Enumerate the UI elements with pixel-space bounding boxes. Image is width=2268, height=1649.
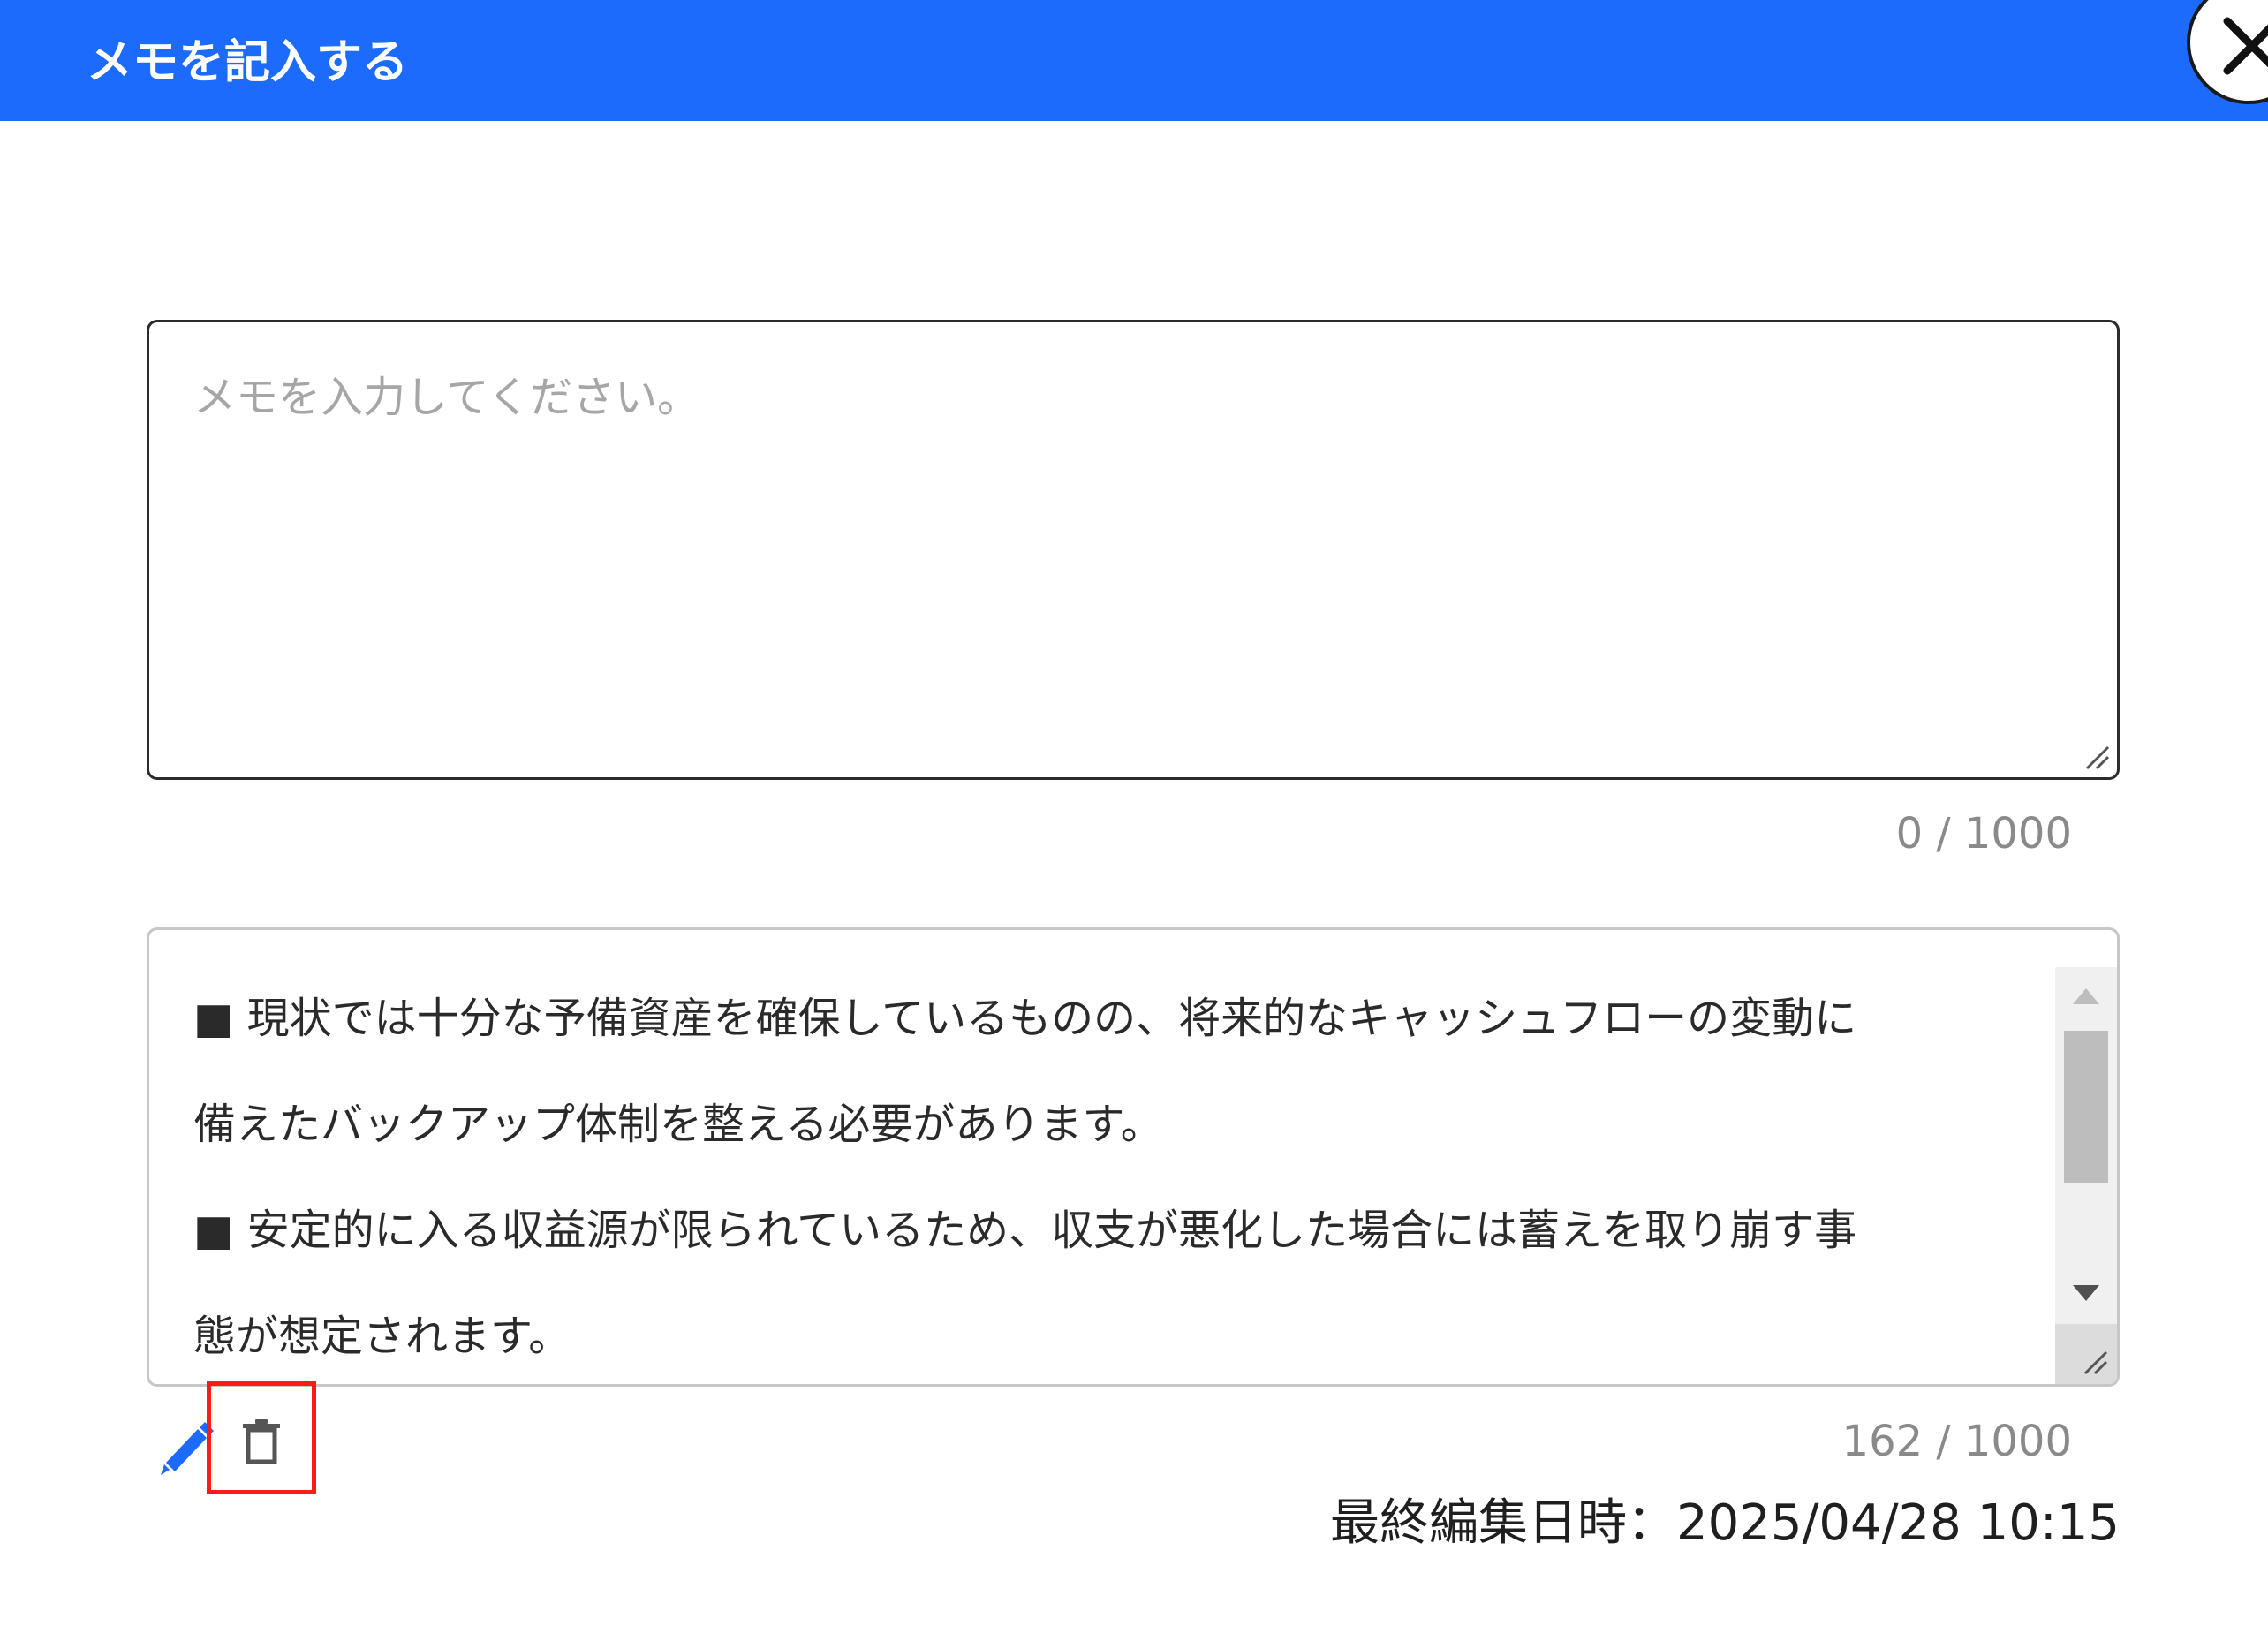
resize-handle-icon[interactable] [2080, 1347, 2110, 1377]
memo-line: 備えたバックアップ体制を整える必要があります。 [193, 1100, 1163, 1149]
pencil-icon [161, 1422, 214, 1475]
modal-header: メモを記入する [0, 0, 2268, 121]
scrollbar-thumb[interactable] [2064, 1031, 2108, 1183]
edit-button[interactable] [157, 1417, 214, 1479]
memo-line: 態が想定されます。 [193, 1312, 571, 1361]
resize-handle-icon[interactable] [2082, 742, 2112, 772]
delete-button[interactable] [207, 1381, 316, 1494]
memo-input-char-count: 0 / 1000 [1895, 809, 2072, 859]
memo-input-box [147, 320, 2120, 780]
last-edited-timestamp: 最終編集日時：2025/04/28 10:15 [1330, 1494, 2120, 1552]
close-icon [2223, 17, 2268, 75]
saved-memo-char-count: 162 / 1000 [1841, 1417, 2072, 1466]
memo-line: ■ 安定的に入る収益源が限られているため、収支が悪化した場合には蓄えを取り崩す事 [193, 1206, 1857, 1255]
scroll-corner[interactable] [2055, 1324, 2117, 1384]
modal-title: メモを記入する [87, 36, 409, 89]
scroll-down-icon[interactable] [2073, 1285, 2099, 1301]
memo-input[interactable] [149, 322, 2117, 777]
saved-memo-box[interactable]: ■ 現状では十分な予備資産を確保しているものの、将来的なキャッシュフローの変動に… [147, 927, 2120, 1387]
trash-icon [243, 1419, 280, 1464]
scroll-up-icon[interactable] [2073, 988, 2099, 1004]
memo-line: ■ 現状では十分な予備資産を確保しているものの、将来的なキャッシュフローの変動に [193, 994, 1857, 1043]
saved-memo-text: ■ 現状では十分な予備資産を確保しているものの、将来的なキャッシュフローの変動に… [193, 965, 2022, 1384]
